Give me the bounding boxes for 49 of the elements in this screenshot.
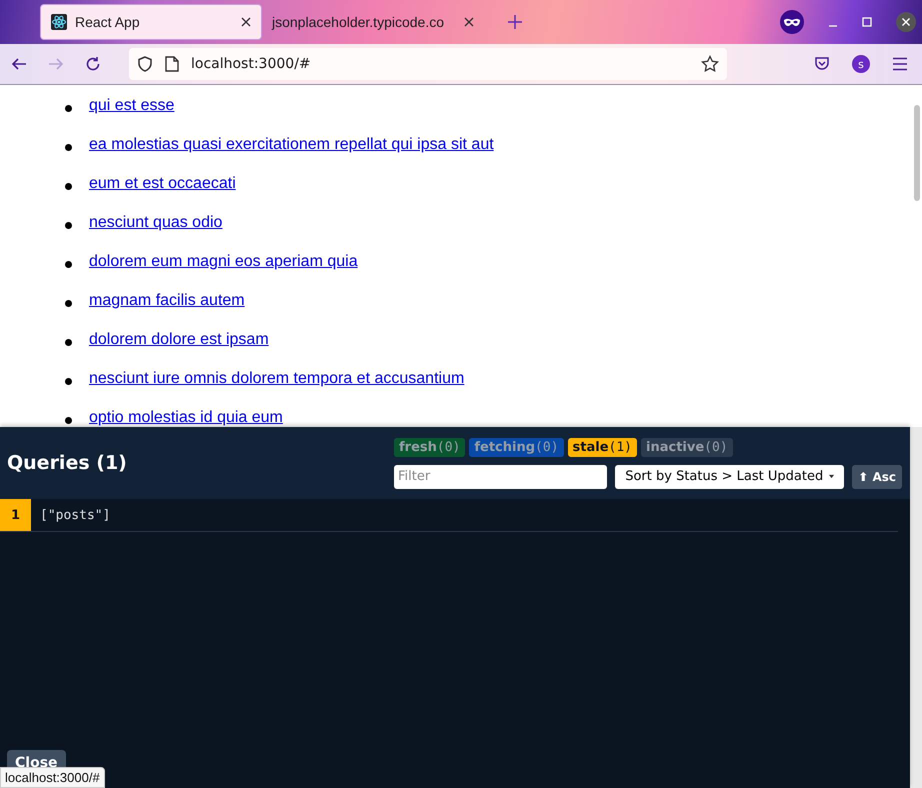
bullet-icon <box>65 144 72 151</box>
post-link[interactable]: optio molestias id quia eum <box>89 409 283 427</box>
maximize-icon[interactable] <box>862 17 872 27</box>
mask-icon[interactable] <box>780 10 804 34</box>
close-icon[interactable] <box>241 17 251 27</box>
link-status-tooltip: localhost:3000/# <box>0 767 105 788</box>
bullet-icon <box>65 417 72 424</box>
address-bar[interactable]: localhost:3000/# <box>129 48 727 80</box>
account-avatar[interactable]: s <box>852 55 870 73</box>
close-icon[interactable] <box>896 12 916 32</box>
query-key: ["posts"] <box>31 508 110 522</box>
page-icon <box>165 56 179 72</box>
menu-icon[interactable] <box>892 57 908 71</box>
close-icon[interactable] <box>464 17 474 27</box>
shield-icon[interactable] <box>137 56 153 72</box>
star-icon[interactable] <box>701 55 719 73</box>
status-badge: fetching(0) <box>469 438 564 456</box>
browser-tab[interactable]: React App <box>40 4 262 40</box>
bullet-icon <box>65 339 72 346</box>
post-link[interactable]: dolorem eum magni eos aperiam quia <box>89 253 358 271</box>
bullet-icon <box>65 378 72 385</box>
plus-icon[interactable] <box>508 15 522 29</box>
status-badge: inactive(0) <box>641 438 733 456</box>
bullet-icon <box>65 222 72 229</box>
bullet-icon <box>65 261 72 268</box>
status-badge: fresh(0) <box>394 438 466 456</box>
post-link[interactable]: ea molestias quasi exercitationem repellat qui ipsa sit aut <box>89 136 494 154</box>
query-row[interactable]: 1 ["posts"] <box>0 499 898 532</box>
post-link[interactable]: nesciunt iure omnis dolorem tempora et accusantium <box>89 370 464 388</box>
bullet-icon <box>65 300 72 307</box>
post-link[interactable]: eum et est occaecati <box>89 175 236 193</box>
pocket-icon[interactable] <box>814 56 830 72</box>
filter-field[interactable]: Filter <box>394 464 608 488</box>
atom-icon <box>51 14 67 30</box>
browser-tab[interactable]: jsonplaceholder.typicode.co <box>262 4 484 40</box>
bullet-icon <box>65 183 72 190</box>
observer-count: 1 <box>0 499 31 531</box>
post-link[interactable]: qui est esse <box>89 97 174 115</box>
sort-order-button[interactable]: ⬆ Asc <box>852 464 902 488</box>
bullet-icon <box>65 105 72 112</box>
sort-dropdown[interactable]: Sort by Status > Last Updated <box>615 464 844 488</box>
back-arrow-icon[interactable] <box>11 56 27 72</box>
panel-title: Queries (1) <box>7 452 128 474</box>
post-link[interactable]: dolorem dolore est ipsam <box>89 331 269 349</box>
post-link[interactable]: magnam facilis autem <box>89 292 245 310</box>
post-link[interactable]: nesciunt quas odio <box>89 214 222 232</box>
caret-icon <box>829 474 834 479</box>
reload-icon[interactable] <box>85 56 101 72</box>
status-badge: stale(1) <box>568 438 638 456</box>
